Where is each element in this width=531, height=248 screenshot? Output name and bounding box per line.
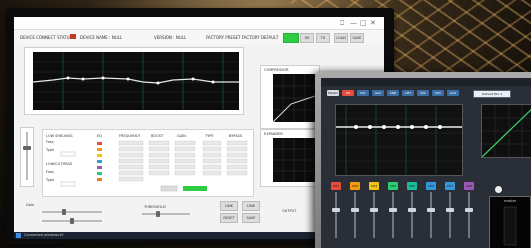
laptop: Master EQ DLY GAT CMP LMT MIX XOV AUX Default Mi… (315, 72, 531, 248)
connection-indicator (70, 34, 76, 39)
gain-fader-knob[interactable] (23, 146, 31, 150)
laptop-top-button-6[interactable]: MIX (417, 90, 429, 96)
fader-track (411, 192, 413, 238)
gain-slider-track[interactable] (42, 211, 102, 213)
threshold-label: THRESHOLD (144, 205, 166, 209)
link-button[interactable]: LINK (220, 201, 238, 211)
fader-knob[interactable] (465, 208, 473, 212)
gain-fader-panel (20, 127, 34, 187)
fader-knob[interactable] (351, 208, 359, 212)
fader-knob[interactable] (389, 208, 397, 212)
master-toggle[interactable] (495, 186, 502, 193)
expander-label: EXPANDER (264, 132, 283, 136)
fader-track (354, 192, 356, 238)
preset-select[interactable]: Default Mix 2 (473, 90, 511, 98)
threshold-slider-track[interactable] (142, 213, 190, 215)
master-meter-svg (503, 206, 517, 246)
rx-button[interactable]: RX (300, 33, 314, 43)
channel-fader-6[interactable] (424, 192, 438, 238)
fader-track (373, 192, 375, 238)
save-preset-button[interactable]: SAVE (242, 213, 260, 223)
channel-button-6[interactable]: CH6 (426, 182, 436, 190)
start-button[interactable] (16, 233, 21, 238)
table-rows-svg (60, 140, 248, 192)
channel-fader-7[interactable] (443, 192, 457, 238)
channel-fader-3[interactable] (367, 192, 381, 238)
compressor-label: COMPRESSOR (264, 68, 289, 72)
channel-button-8[interactable]: CH8 (464, 182, 474, 190)
gain-slider-knob-2[interactable] (70, 218, 74, 224)
load-button[interactable]: LOAD (334, 33, 348, 43)
laptop-top-button-0[interactable]: Master (327, 90, 339, 96)
eq-graph[interactable] (32, 52, 239, 110)
maximize-icon[interactable]: □ (360, 19, 367, 27)
restore-icon[interactable]: ⎕ (340, 19, 344, 27)
master-meter-label: master (504, 199, 517, 203)
factory-preset-label: FACTORY PRESET FACTORY DEFAULT (206, 35, 279, 40)
link-button-2[interactable]: LINK (242, 201, 260, 211)
compressor-curve-svg (272, 74, 316, 123)
reset-button[interactable]: RESET (220, 213, 238, 223)
channel-fader-2[interactable] (348, 192, 362, 238)
channel-button-3[interactable]: CH3 (369, 182, 379, 190)
channel-button-4[interactable]: CH4 (388, 182, 398, 190)
fader-knob[interactable] (408, 208, 416, 212)
laptop-screen: Master EQ DLY GAT CMP LMT MIX XOV AUX Default Mi… (321, 78, 531, 248)
fader-knob[interactable] (446, 208, 454, 212)
laptop-top-button-4[interactable]: CMP (387, 90, 399, 96)
fader-track (430, 192, 432, 238)
channel-fader-1[interactable] (329, 192, 343, 238)
fader-knob[interactable] (427, 208, 435, 212)
minimize-icon[interactable]: — (350, 19, 357, 27)
fader-track (335, 192, 337, 238)
expander-graph[interactable] (273, 138, 315, 182)
filter-parameter-table: LOW SHELVING Freq Type LOW/CUT/PASS Freq… (42, 129, 254, 197)
taskbar-text: Connected windows10 (24, 233, 64, 237)
eq-curve-svg (32, 52, 239, 110)
channel-fader-5[interactable] (405, 192, 419, 238)
window-titlebar: ⎕ — □ ✕ (14, 17, 384, 30)
compressor-panel: COMPRESSOR (260, 65, 320, 129)
output-label: OUTPUT (282, 209, 297, 213)
channel-button-2[interactable]: CH2 (350, 182, 360, 190)
laptop-top-button-3[interactable]: GAT (372, 90, 384, 96)
fader-knob[interactable] (332, 208, 340, 212)
laptop-top-button-7[interactable]: XOV (432, 90, 444, 96)
laptop-titlebar (321, 78, 531, 86)
fader-track (468, 192, 470, 238)
channel-button-1[interactable]: CH1 (331, 182, 341, 190)
version-label: VERSION : NULL (154, 35, 187, 40)
channel-fader-8[interactable] (462, 192, 476, 238)
laptop-top-button-8[interactable]: AUX (447, 90, 459, 96)
compressor-graph[interactable] (272, 74, 316, 123)
device-name-label: DEVICE NAME : NULL (80, 35, 123, 40)
expander-curve-svg (273, 138, 315, 182)
channel-fader-4[interactable] (386, 192, 400, 238)
channel-button-7[interactable]: CH7 (445, 182, 455, 190)
master-meter: master (489, 196, 531, 248)
fader-track (449, 192, 451, 238)
laptop-top-button-5[interactable]: LMT (402, 90, 414, 96)
gain-fader-track[interactable] (26, 132, 28, 180)
laptop-eq-graph[interactable] (335, 104, 463, 176)
status-button[interactable] (283, 33, 299, 43)
device-connect-status-label: DEVICE CONNECT STATUS (20, 35, 73, 40)
laptop-compressor-graph[interactable] (481, 104, 531, 158)
close-icon[interactable]: ✕ (370, 19, 376, 27)
device-header: DEVICE CONNECT STATUS DEVICE NAME : NULL… (14, 30, 384, 44)
laptop-eq-svg (336, 105, 462, 175)
gain-slider-knob[interactable] (62, 209, 66, 215)
gain-label: Gain (26, 203, 35, 207)
laptop-top-button-1[interactable]: EQ (342, 90, 354, 96)
laptop-top-button-2[interactable]: DLY (357, 90, 369, 96)
expander-panel: EXPANDER (260, 129, 320, 187)
laptop-compressor-svg (481, 105, 531, 158)
threshold-slider-knob[interactable] (156, 211, 160, 217)
channel-button-5[interactable]: CH5 (407, 182, 417, 190)
fader-track (392, 192, 394, 238)
save-button[interactable]: SAVE (350, 33, 364, 43)
fader-knob[interactable] (370, 208, 378, 212)
eq-panel (24, 47, 244, 115)
tx-button[interactable]: TX (316, 33, 330, 43)
